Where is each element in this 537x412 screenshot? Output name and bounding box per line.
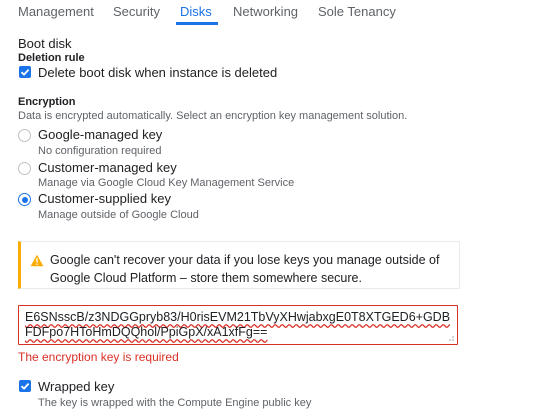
radio-selected-dot (21, 196, 28, 203)
warning-icon (30, 254, 44, 267)
radio-customer-supplied-key[interactable] (18, 193, 31, 206)
delete-boot-disk-checkbox[interactable] (19, 66, 31, 78)
customer-supplied-key-input[interactable]: E6SNsscB/z3NDGGpryb83/H0risEVM21TbVyXHwj… (18, 305, 458, 345)
delete-boot-disk-label: Delete boot disk when instance is delete… (38, 65, 278, 80)
active-tab-indicator (176, 22, 218, 25)
customer-supplied-key-sub: Manage outside of Google Cloud (38, 209, 199, 221)
tab-networking[interactable]: Networking (233, 4, 298, 19)
radio-customer-managed-key[interactable] (18, 162, 31, 175)
deletion-rule-label: Deletion rule (18, 52, 85, 64)
wrapped-key-checkbox[interactable] (19, 380, 31, 392)
tab-security[interactable]: Security (113, 4, 160, 19)
checkmark-icon (20, 382, 30, 390)
key-input-value[interactable]: E6SNsscB/z3NDGGpryb83/H0risEVM21TbVyXHwj… (25, 310, 455, 340)
tab-bar: Management Security Disks Networking Sol… (0, 0, 537, 26)
customer-supplied-key-label[interactable]: Customer-supplied key (38, 191, 171, 206)
checkmark-icon (20, 68, 30, 76)
customer-managed-key-label[interactable]: Customer-managed key (38, 160, 177, 175)
warning-banner: Google can't recover your data if you lo… (18, 241, 460, 289)
tab-sole-tenancy[interactable]: Sole Tenancy (318, 4, 396, 19)
key-error-message: The encryption key is required (18, 350, 179, 364)
boot-disk-heading: Boot disk (18, 36, 72, 51)
encryption-heading: Encryption (18, 96, 76, 108)
wrapped-key-sub: The key is wrapped with the Compute Engi… (38, 397, 312, 409)
wrapped-key-label[interactable]: Wrapped key (38, 379, 114, 394)
tab-management[interactable]: Management (18, 4, 94, 19)
google-managed-key-label[interactable]: Google-managed key (38, 127, 162, 142)
warning-text: Google can't recover your data if you lo… (50, 253, 440, 285)
google-managed-key-sub: No configuration required (38, 145, 162, 157)
radio-google-managed-key[interactable] (18, 129, 31, 142)
resize-handle-icon[interactable] (447, 334, 455, 342)
customer-managed-key-sub: Manage via Google Cloud Key Management S… (38, 177, 295, 189)
tab-disks[interactable]: Disks (180, 4, 212, 19)
encryption-description: Data is encrypted automatically. Select … (18, 110, 408, 122)
